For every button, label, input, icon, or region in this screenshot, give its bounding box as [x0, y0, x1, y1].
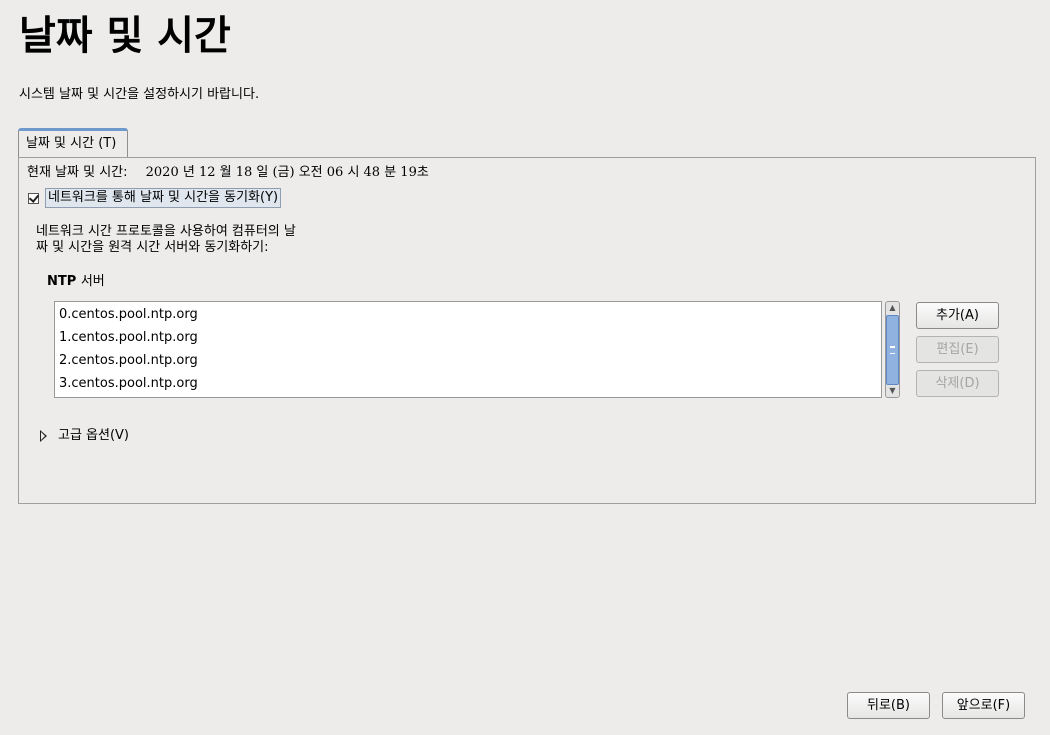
tab-date-time[interactable]: 날짜 및 시간 (T): [18, 128, 128, 157]
network-sync-label[interactable]: 네트워크를 통해 날짜 및 시간을 동기화(Y): [45, 188, 282, 208]
back-button[interactable]: 뒤로(B): [847, 692, 930, 719]
edit-server-button[interactable]: 편집(E): [916, 336, 999, 363]
ntp-description: 네트워크 시간 프로토콜을 사용하여 컴퓨터의 날 짜 및 시간을 원격 시간 …: [36, 224, 336, 256]
advanced-options-expander[interactable]: 고급 옵션(V): [40, 427, 129, 445]
scroll-up-icon[interactable]: ▲: [886, 302, 899, 314]
scroll-thumb[interactable]: [886, 315, 899, 385]
ntp-list-scrollbar[interactable]: ▲ ▼: [885, 301, 900, 398]
expander-arrow-icon[interactable]: [40, 430, 47, 442]
ntp-heading-suffix: 서버: [80, 274, 105, 289]
current-datetime-value: 2020 년 12 월 18 일 (금) 오전 06 시 48 분 19초: [145, 165, 429, 180]
list-item[interactable]: 2.centos.pool.ntp.org: [55, 349, 881, 372]
add-server-button[interactable]: 추가(A): [916, 302, 999, 329]
network-sync-option[interactable]: 네트워크를 통해 날짜 및 시간을 동기화(Y): [28, 188, 282, 208]
list-item[interactable]: 3.centos.pool.ntp.org: [55, 372, 881, 395]
page-subtitle: 시스템 날짜 및 시간을 설정하시기 바랍니다.: [19, 87, 260, 102]
ntp-description-line-1: 네트워크 시간 프로토콜을 사용하여 컴퓨터의 날: [36, 224, 296, 239]
list-item[interactable]: 0.centos.pool.ntp.org: [55, 303, 881, 326]
ntp-heading-prefix: NTP: [47, 274, 77, 289]
network-sync-checkbox[interactable]: [28, 192, 39, 204]
scroll-down-icon[interactable]: ▼: [886, 385, 899, 397]
next-button[interactable]: 앞으로(F): [942, 692, 1025, 719]
list-item[interactable]: 1.centos.pool.ntp.org: [55, 326, 881, 349]
ntp-description-line-2: 짜 및 시간을 원격 시간 서버와 동기화하기:: [36, 240, 269, 255]
current-datetime-label: 현재 날짜 및 시간:: [27, 165, 128, 180]
advanced-options-label[interactable]: 고급 옵션(V): [58, 427, 129, 445]
current-datetime-row: 현재 날짜 및 시간: 2020 년 12 월 18 일 (금) 오전 06 시…: [27, 164, 429, 182]
ntp-server-list[interactable]: 0.centos.pool.ntp.org 1.centos.pool.ntp.…: [54, 301, 882, 398]
page-title: 날짜 및 시간: [19, 13, 231, 59]
ntp-servers-heading: NTP 서버: [47, 273, 105, 291]
delete-server-button[interactable]: 삭제(D): [916, 370, 999, 397]
